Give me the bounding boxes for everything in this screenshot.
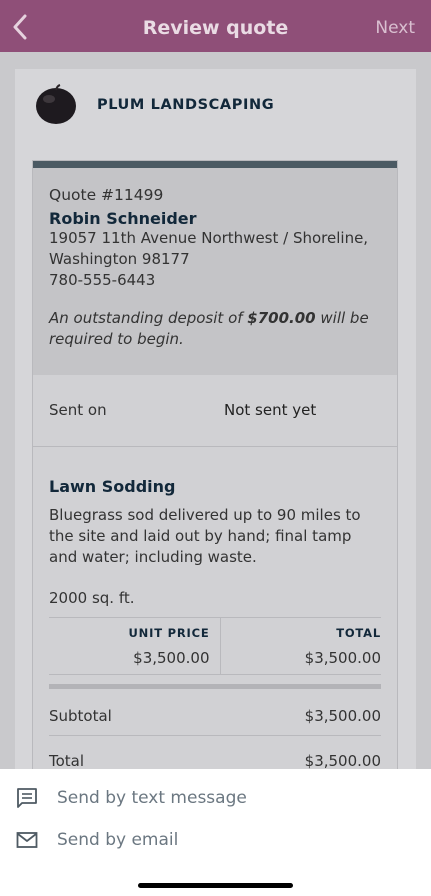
unit-price-header: UNIT PRICE (128, 626, 210, 640)
subtotal-label: Subtotal (49, 707, 112, 725)
next-button[interactable]: Next (375, 18, 415, 38)
send-by-text-option[interactable]: Send by text message (0, 777, 431, 819)
send-by-email-option[interactable]: Send by email (0, 819, 431, 861)
deposit-amount: $700.00 (247, 309, 316, 327)
client-phone: 780-555-6443 (49, 271, 156, 289)
subtotal-value: $3,500.00 (304, 707, 381, 725)
card-accent-bar (33, 161, 397, 168)
quote-number: Quote #11499 (49, 186, 164, 204)
send-options-sheet: Send by text message Send by email (0, 769, 431, 896)
quote-card: Quote #11499 Robin Schneider 19057 11th … (32, 160, 398, 840)
sent-on-label: Sent on (49, 401, 107, 419)
total-value: $3,500.00 (304, 752, 381, 770)
divider (49, 684, 381, 689)
line-item-description: Bluegrass sod delivered up to 90 miles t… (49, 506, 361, 566)
message-icon (17, 788, 37, 808)
plum-logo-icon (35, 84, 77, 126)
line-item-title: Lawn Sodding (49, 477, 176, 496)
client-address-line2: Washington 98177 (49, 250, 190, 268)
total-header: TOTAL (336, 626, 381, 640)
company-header: PLUM LANDSCAPING (35, 83, 274, 127)
page-title: Review quote (142, 17, 289, 39)
top-bar: Review quote Next (0, 0, 431, 52)
deposit-notice: An outstanding deposit of $700.00 will b… (49, 309, 369, 348)
line-item: Lawn Sodding Bluegrass sod delivered up … (33, 447, 397, 770)
price-table: UNIT PRICE $3,500.00 TOTAL $3,500.00 (49, 617, 381, 675)
unit-price-value: $3,500.00 (133, 649, 210, 667)
home-indicator[interactable] (138, 883, 293, 888)
send-by-email-label: Send by email (57, 830, 179, 850)
total-label: Total (49, 752, 85, 770)
email-icon (16, 832, 38, 848)
sent-on-value: Not sent yet (224, 401, 317, 419)
client-address-line1: 19057 11th Avenue Northwest / Shoreline, (49, 229, 369, 247)
subtotal-row: Subtotal $3,500.00 (49, 707, 381, 725)
line-total-value: $3,500.00 (304, 649, 381, 667)
quote-preview: PLUM LANDSCAPING Quote #11499 Robin Schn… (15, 69, 416, 840)
line-item-quantity: 2000 sq. ft. (49, 589, 135, 607)
sent-on-row: Sent on Not sent yet (33, 375, 397, 447)
total-column: TOTAL $3,500.00 (219, 618, 381, 674)
company-name: PLUM LANDSCAPING (97, 97, 275, 113)
total-row: Total $3,500.00 (49, 752, 381, 770)
client-section: Quote #11499 Robin Schneider 19057 11th … (33, 168, 397, 375)
client-name: Robin Schneider (49, 209, 197, 228)
divider (49, 735, 381, 736)
unit-price-column: UNIT PRICE $3,500.00 (49, 618, 220, 674)
send-by-text-label: Send by text message (57, 788, 247, 808)
